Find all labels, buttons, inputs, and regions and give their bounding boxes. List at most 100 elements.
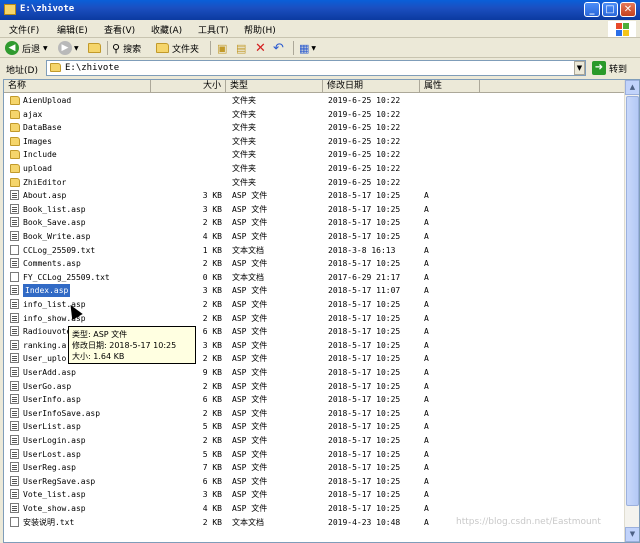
file-modified: 2018-5-17 10:25 [328,204,401,214]
move-to-button[interactable]: ▣ [217,40,227,56]
file-row[interactable]: info_list.asp 2 KB ASP 文件 2018-5-17 10:25 A [4,298,626,312]
search-button[interactable]: ⚲ 搜索 [112,40,141,56]
file-row[interactable]: Book_Save.asp 2 KB ASP 文件 2018-5-17 10:25 A [4,216,626,230]
column-size[interactable]: 大小 [151,80,226,93]
up-folder-button[interactable] [88,40,101,56]
file-size: 5 KB [202,449,222,459]
menu-tools[interactable]: 工具(T) [198,23,229,36]
file-row[interactable]: upload 文件夹 2019-6-25 10:22 [4,162,626,176]
file-type: 文件夹 [232,136,256,146]
copy-to-button[interactable]: ▤ [236,40,246,56]
file-name: Index.asp [23,284,71,298]
file-attributes: A [424,436,429,445]
file-type: ASP 文件 [232,191,268,201]
views-button[interactable]: ▦ ▼ [299,40,316,56]
file-attributes: A [424,476,429,486]
delete-button[interactable]: ✕ [255,40,266,56]
asp-file-icon [10,462,19,473]
text-file-icon [10,271,19,282]
file-row[interactable]: Comments.asp 2 KB ASP 文件 2018-5-17 10:25 A [4,257,626,271]
undo-button[interactable]: ↶ [273,40,284,56]
file-name: UserAdd.asp [23,368,76,377]
file-row[interactable]: UserInfoSave.asp 2 KB ASP 文件 2018-5-17 10:2… [4,407,626,421]
menu-view[interactable]: 查看(V) [104,23,135,36]
file-type: ASP 文件 [232,449,268,459]
close-button[interactable]: ✕ [620,2,636,17]
column-type[interactable]: 类型 [226,80,323,93]
file-row[interactable]: Images 文件夹 2019-6-25 10:22 [4,135,626,149]
file-modified: 2019-6-25 10:22 [328,136,401,146]
file-name: upload [23,164,52,173]
file-attributes: A [424,191,429,201]
file-row[interactable]: UserInfo.asp 6 KB ASP 文件 2018-5-17 10:25 A [4,393,626,407]
file-row[interactable]: ZhiEditor 文件夹 2019-6-25 10:22 [4,176,626,190]
file-row[interactable]: UserAdd.asp 9 KB ASP 文件 2018-5-17 10:25 A [4,366,626,380]
file-row[interactable]: Vote_list.asp 3 KB ASP 文件 2018-5-17 10:25 A [4,488,626,502]
scroll-thumb[interactable] [626,96,639,506]
file-name: UserLost.asp [23,449,81,459]
file-row[interactable]: DataBase 文件夹 2019-6-25 10:22 [4,121,626,135]
file-type: ASP 文件 [232,436,268,445]
file-row[interactable]: Book_Write.asp 4 KB ASP 文件 2018-5-17 10:25 A [4,230,626,244]
file-type: 文件夹 [232,177,256,187]
back-button[interactable]: ◀ 后退 ▼ [5,40,48,56]
file-type: ASP 文件 [232,286,268,296]
vertical-scrollbar[interactable]: ▲ ▼ [624,80,639,542]
file-row[interactable]: UserLost.asp 5 KB ASP 文件 2018-5-17 10:25 A [4,448,626,462]
file-modified: 2018-5-17 10:25 [328,191,401,201]
file-attributes: A [424,504,429,513]
file-row[interactable]: About.asp 3 KB ASP 文件 2018-5-17 10:25 A [4,189,626,203]
file-row[interactable]: CCLog_25509.txt 1 KB 文本文档 2018-3-8 16:13 A [4,244,626,258]
scroll-up-icon[interactable]: ▲ [625,80,639,95]
toolbar-separator [107,41,108,55]
file-row[interactable]: UserList.asp 5 KB ASP 文件 2018-5-17 10:25 A [4,420,626,434]
file-size: 3 KB [202,204,222,214]
asp-file-icon [10,380,19,391]
asp-file-icon [10,231,19,241]
menu-file[interactable]: 文件(F) [9,23,39,36]
file-row[interactable]: FY_CCLog_25509.txt 0 KB 文本文档 2017-6-29 21:1… [4,271,626,285]
file-row[interactable]: UserLogin.asp 2 KB ASP 文件 2018-5-17 10:25 A [4,434,626,448]
minimize-button[interactable]: _ [584,2,600,17]
file-row[interactable]: UserRegSave.asp 6 KB ASP 文件 2018-5-17 10:25… [4,475,626,489]
file-row[interactable]: Include 文件夹 2019-6-25 10:22 [4,148,626,162]
file-size: 2 KB [202,218,222,228]
file-modified: 2018-5-17 10:25 [328,327,401,337]
folder-icon [4,4,16,15]
forward-button[interactable]: ▶ ▼ [58,40,79,56]
file-row[interactable]: Book_list.asp 3 KB ASP 文件 2018-5-17 10:25 A [4,203,626,217]
file-attributes: A [424,517,429,527]
file-row[interactable]: ajax 文件夹 2019-6-25 10:22 [4,108,626,122]
column-attributes[interactable]: 属性 [420,80,480,93]
address-dropdown-icon[interactable]: ▼ [574,61,585,75]
file-row[interactable]: info_show.asp 2 KB ASP 文件 2018-5-17 10:25 A [4,312,626,326]
move-to-icon: ▣ [217,41,228,55]
file-attributes: A [424,354,429,364]
scroll-down-icon[interactable]: ▼ [625,527,639,542]
file-attributes: A [424,286,429,296]
file-row[interactable]: UserReg.asp 7 KB ASP 文件 2018-5-17 10:25 A [4,461,626,475]
file-type: ASP 文件 [232,340,268,350]
address-input[interactable]: E:\zhivote [46,60,586,76]
dropdown-arrow-icon: ▼ [311,44,317,52]
file-row[interactable]: UserGo.asp 2 KB ASP 文件 2018-5-17 10:25 A [4,380,626,394]
asp-file-icon [10,258,19,269]
file-list[interactable]: 名称 大小 类型 修改日期 属性 AienUpload 文件夹 2019-6-25 … [3,79,640,543]
menu-help[interactable]: 帮助(H) [244,23,276,36]
menu-edit[interactable]: 编辑(E) [57,23,88,36]
file-row[interactable]: AienUpload 文件夹 2019-6-25 10:22 [4,94,626,108]
go-button[interactable]: ➜ 转到 [592,61,627,75]
menu-favorites[interactable]: 收藏(A) [151,23,182,36]
column-modified[interactable]: 修改日期 [323,80,420,93]
file-row[interactable]: Vote_show.asp 4 KB ASP 文件 2018-5-17 10:25 A [4,502,626,516]
dropdown-arrow-icon: ▼ [43,44,48,52]
tooltip-size: 大小: 1.64 KB [72,352,125,361]
file-modified: 2018-5-17 10:25 [328,449,401,459]
folders-button[interactable]: 文件夹 [156,40,199,56]
file-size: 6 KB [202,476,222,486]
column-name[interactable]: 名称 [4,80,151,93]
file-attributes: A [424,422,429,432]
column-header: 名称 大小 类型 修改日期 属性 [4,80,639,93]
file-row[interactable]: Index.asp 3 KB ASP 文件 2018-5-17 11:07 A [4,284,626,298]
maximize-button[interactable]: □ [602,2,618,17]
